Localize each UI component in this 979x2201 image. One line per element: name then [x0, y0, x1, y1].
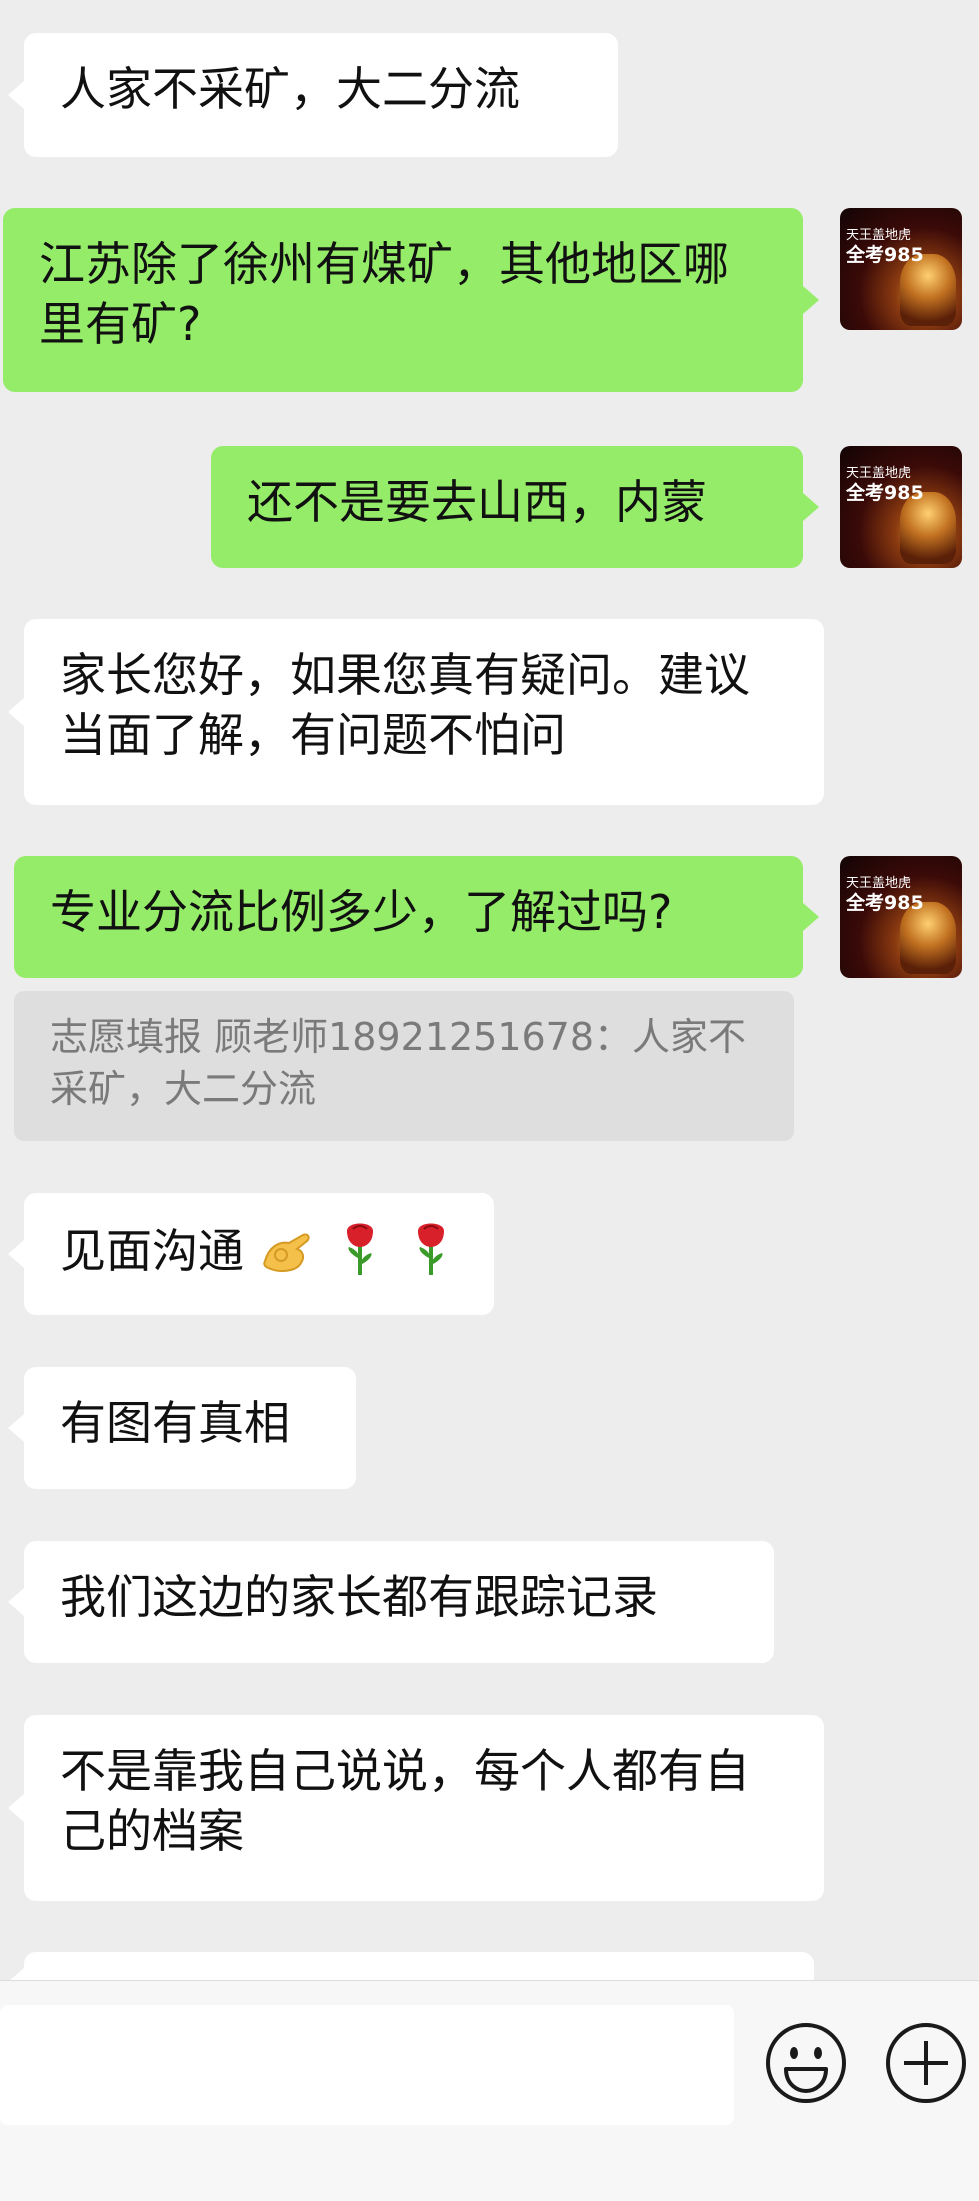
avatar-text: 全考985 — [846, 892, 924, 914]
message-input[interactable] — [0, 2005, 734, 2125]
message-bubble-incoming[interactable]: 见面沟通 — [8, 1193, 494, 1315]
chat-screen: 人家不采矿，大二分流 江苏除了徐州有煤矿，其他地区哪里有矿? 天王盖地虎 全考9… — [0, 0, 979, 2201]
quoted-message[interactable]: 志愿填报 顾老师18921251678：人家不采矿，大二分流 — [14, 991, 794, 1141]
message-text: 见面沟通 — [60, 1224, 244, 1278]
rose-emoji-icon — [417, 1223, 444, 1275]
message-text: 专业分流比例多少，了解过吗? — [50, 885, 673, 939]
message-text: 还不是要去山西，内蒙 — [247, 475, 707, 529]
ok-hand-emoji-icon — [262, 1233, 310, 1272]
message-text: 江苏除了徐州有煤矿，其他地区哪里有矿? — [39, 237, 729, 351]
message-bubble-outgoing[interactable]: 江苏除了徐州有煤矿，其他地区哪里有矿? — [3, 208, 819, 392]
avatar-text: 天王盖地虎 — [846, 228, 912, 243]
quoted-text: 志愿填报 顾老师18921251678：人家不采矿，大二分流 — [50, 1015, 747, 1111]
message-bubble-incoming[interactable]: 有图有真相 — [8, 1367, 356, 1489]
smiley-icon[interactable] — [764, 2021, 848, 2105]
message-bubble-incoming[interactable]: 家长您好，如果您真有疑问。建议当面了解，有问题不怕问 — [8, 619, 824, 805]
message-text: 不是靠我自己说说，每个人都有自己的档案 — [60, 1744, 750, 1858]
message-bubble-outgoing[interactable]: 专业分流比例多少，了解过吗? — [14, 856, 819, 978]
avatar-text: 全考985 — [846, 244, 924, 266]
plus-circle-icon[interactable] — [884, 2021, 968, 2105]
message-bubble-outgoing[interactable]: 还不是要去山西，内蒙 — [211, 446, 819, 568]
message-text: 人家不采矿，大二分流 — [60, 62, 520, 116]
message-list[interactable]: 人家不采矿，大二分流 江苏除了徐州有煤矿，其他地区哪里有矿? 天王盖地虎 全考9… — [0, 0, 979, 1980]
avatar-text: 天王盖地虎 — [846, 466, 912, 481]
input-bar — [0, 1980, 979, 2201]
message-bubble-incoming[interactable]: 不是靠我自己说说，每个人都有自己的档案 — [8, 1715, 824, 1901]
avatar-text: 天王盖地虎 — [846, 876, 912, 891]
message-bubble-incoming[interactable]: 人家不采矿，大二分流 — [8, 33, 618, 157]
avatar[interactable]: 天王盖地虎 全考985 — [840, 856, 962, 978]
message-text: 有图有真相 — [60, 1396, 290, 1450]
message-bubble-incoming-partial[interactable] — [8, 1952, 814, 1980]
avatar[interactable]: 天王盖地虎 全考985 — [840, 208, 962, 330]
message-bubble-incoming[interactable]: 我们这边的家长都有跟踪记录 — [8, 1541, 774, 1663]
avatar-text: 全考985 — [846, 482, 924, 504]
rose-emoji-icon — [347, 1223, 374, 1275]
avatar[interactable]: 天王盖地虎 全考985 — [840, 446, 962, 568]
message-text: 我们这边的家长都有跟踪记录 — [60, 1570, 658, 1624]
message-text: 家长您好，如果您真有疑问。建议当面了解，有问题不怕问 — [60, 648, 750, 762]
